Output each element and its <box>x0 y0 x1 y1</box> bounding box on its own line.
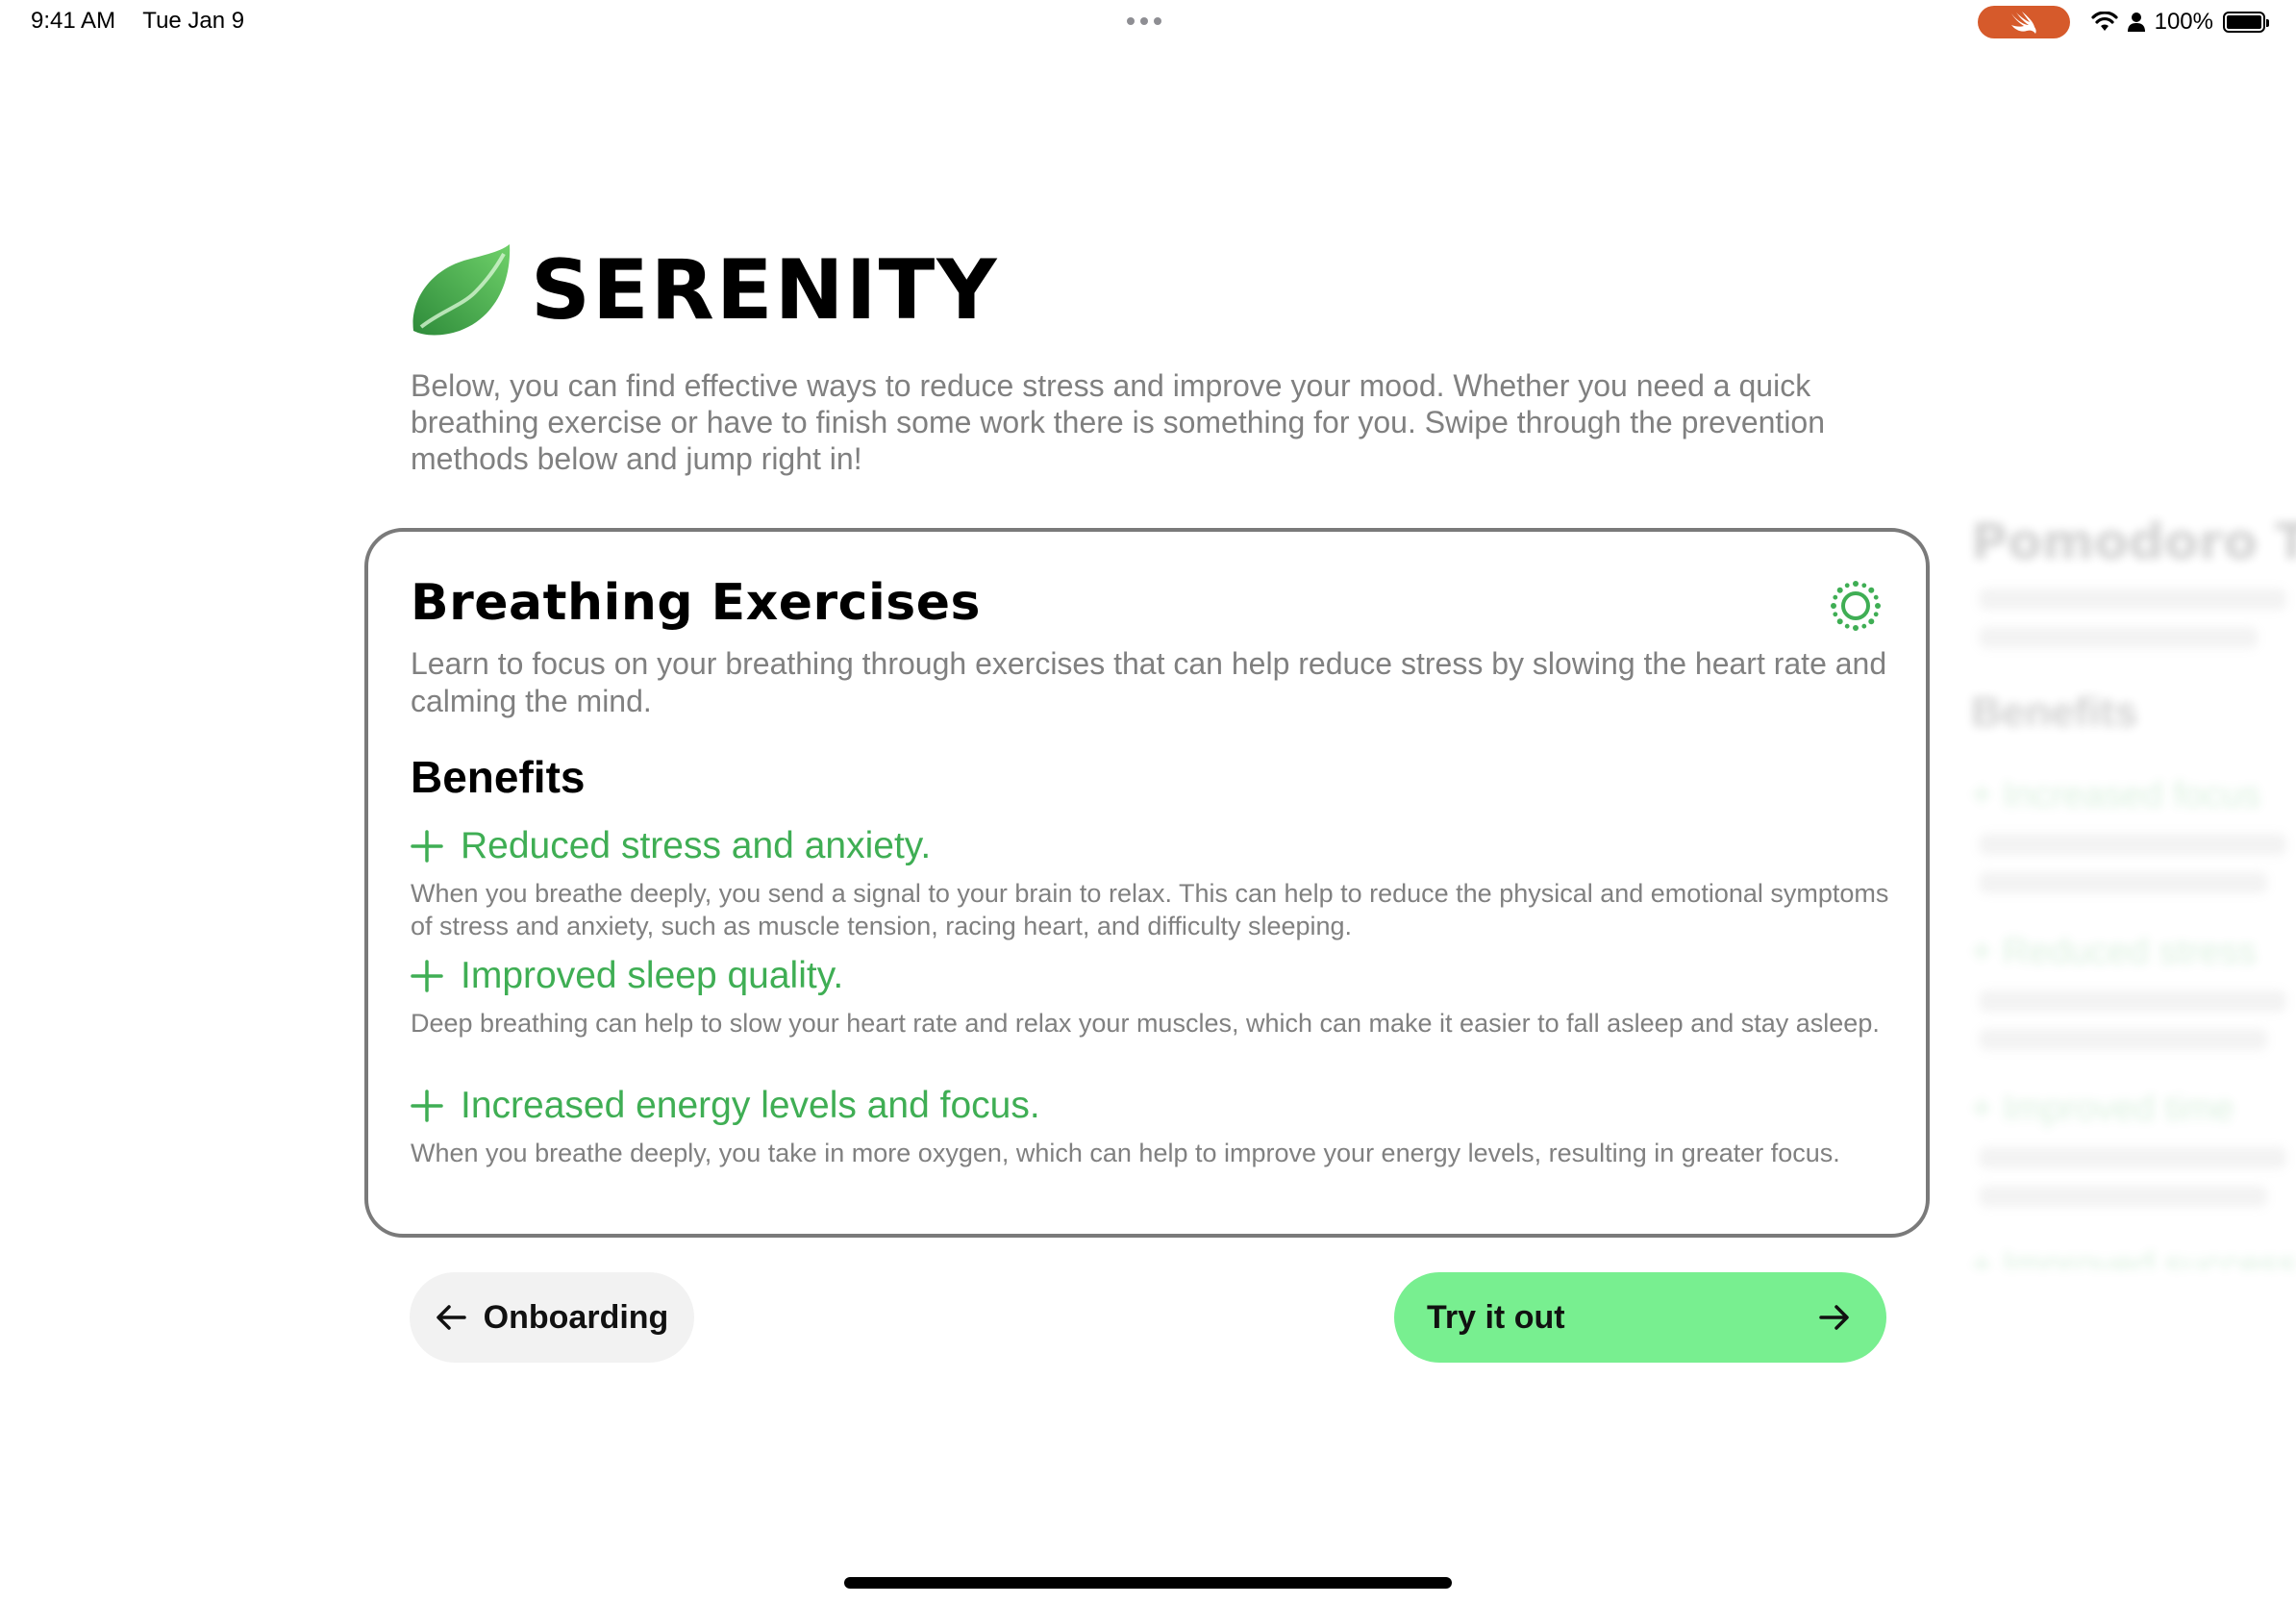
leaf-logo-icon <box>412 244 511 336</box>
swift-playgrounds-indicator[interactable] <box>1977 6 2070 38</box>
home-indicator[interactable] <box>844 1577 1452 1589</box>
try-it-out-button[interactable]: Try it out <box>1394 1272 1886 1363</box>
status-left: 9:41 AM Tue Jan 9 <box>31 8 265 35</box>
wifi-icon <box>2091 12 2118 31</box>
battery-percentage: 100% <box>2154 9 2213 35</box>
swift-bird-icon <box>2010 12 2036 34</box>
benefit-item: Increased energy levels and focus. When … <box>411 1085 1891 1169</box>
card-title: Breathing Exercises <box>411 574 981 632</box>
benefit-text: Deep breathing can help to slow your hea… <box>411 1009 1880 1038</box>
benefit-item: Reduced stress and anxiety. When you bre… <box>411 825 1891 942</box>
benefit-item: Improved sleep quality. Deep breathing c… <box>411 955 1891 1040</box>
arrow-left-icon <box>436 1305 466 1330</box>
plus-icon <box>411 1090 443 1122</box>
status-date: Tue Jan 9 <box>142 8 245 34</box>
try-button-label: Try it out <box>1427 1298 1565 1336</box>
status-time: 9:41 AM <box>31 8 116 34</box>
benefit-title: Reduced stress and anxiety. <box>461 825 932 866</box>
breathing-sun-icon <box>1831 581 1881 631</box>
multitasking-dots[interactable] <box>1127 17 1161 25</box>
method-card-breathing[interactable]: Breathing Exercises Learn to focus on yo… <box>364 528 1930 1238</box>
status-right: 100% <box>1977 6 2269 38</box>
back-button-label: Onboarding <box>483 1298 669 1336</box>
benefit-text: When you breathe deeply, you take in mor… <box>411 1139 1840 1167</box>
benefit-text: When you breathe deeply, you send a sign… <box>411 879 1889 940</box>
app-title: SERENITY <box>531 242 999 338</box>
card-description: Learn to focus on your breathing through… <box>411 646 1887 718</box>
benefit-title: Improved sleep quality. <box>461 955 844 996</box>
arrow-right-icon <box>1819 1305 1849 1330</box>
plus-icon <box>411 960 443 992</box>
benefit-title: Increased energy levels and focus. <box>461 1085 1040 1126</box>
benefits-heading: Benefits <box>411 752 586 802</box>
battery-icon <box>2223 12 2269 33</box>
onboarding-back-button[interactable]: Onboarding <box>410 1272 694 1363</box>
intro-text: Below, you can find effective ways to re… <box>411 368 1826 476</box>
app-header: SERENITY <box>408 242 999 338</box>
next-card-preview[interactable]: Pomodoro T Benefits + Increased focus + … <box>1971 500 2296 1269</box>
plus-icon <box>411 830 443 863</box>
person-icon <box>2127 13 2145 32</box>
